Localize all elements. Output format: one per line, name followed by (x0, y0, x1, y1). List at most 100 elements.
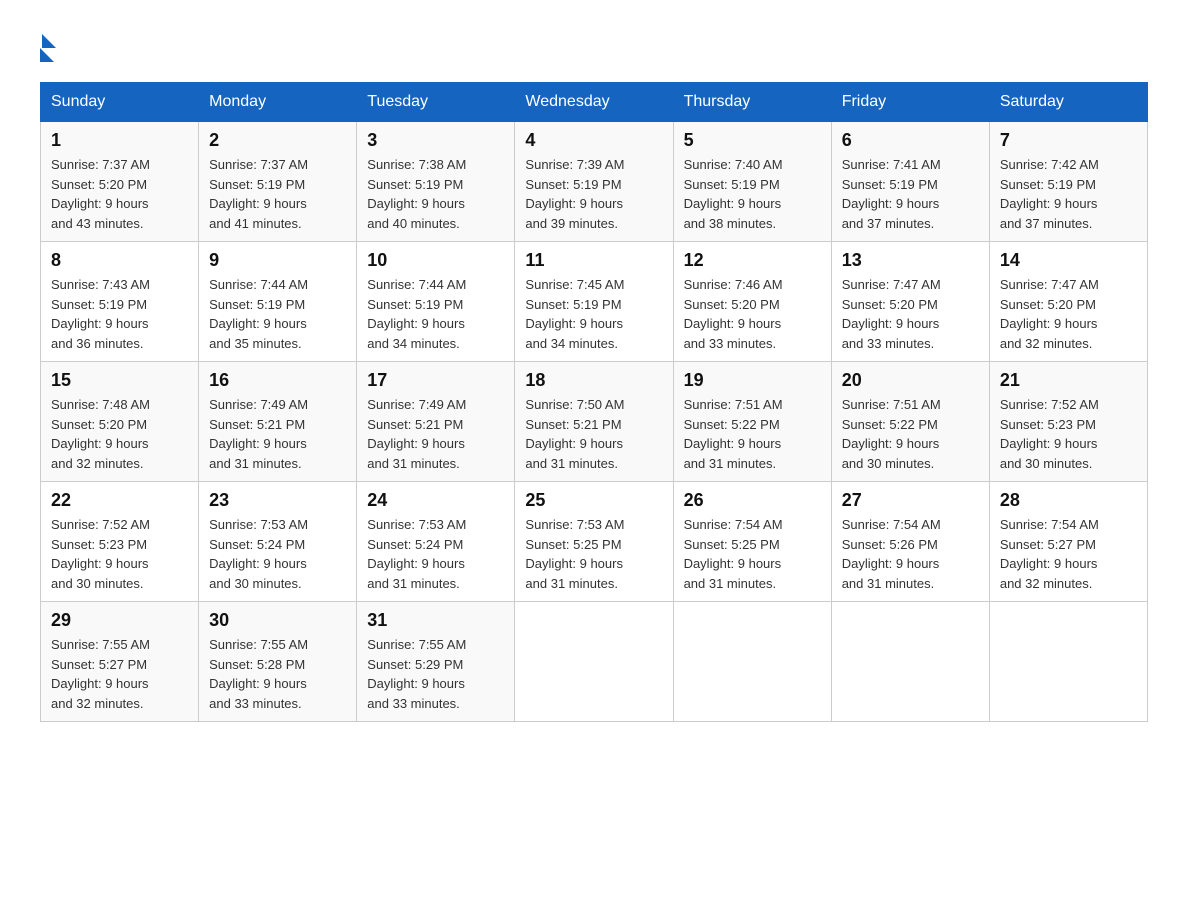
calendar-cell: 22 Sunrise: 7:52 AMSunset: 5:23 PMDayligh… (41, 482, 199, 602)
calendar-cell: 7Sunrise: 7:42 AMSunset: 5:19 PMDaylight… (989, 122, 1147, 242)
day-number: 9 (209, 250, 346, 271)
day-info: Sunrise: 7:47 AMSunset: 5:20 PMDaylight:… (842, 275, 979, 353)
weekday-header-saturday: Saturday (989, 83, 1147, 122)
calendar-cell (831, 602, 989, 722)
day-number: 8 (51, 250, 188, 271)
calendar-cell: 17 Sunrise: 7:49 AMSunset: 5:21 PMDayligh… (357, 362, 515, 482)
calendar-cell: 26Sunrise: 7:54 AMSunset: 5:25 PMDayligh… (673, 482, 831, 602)
calendar-cell: 10Sunrise: 7:44 AMSunset: 5:19 PMDayligh… (357, 242, 515, 362)
day-number: 11 (525, 250, 662, 271)
day-number: 24 (367, 490, 504, 511)
day-number: 6 (842, 130, 979, 151)
day-info: Sunrise: 7:49 AMSunset: 5:21 PMDaylight:… (209, 395, 346, 473)
calendar-cell: 8Sunrise: 7:43 AMSunset: 5:19 PMDaylight… (41, 242, 199, 362)
day-info: Sunrise: 7:51 AMSunset: 5:22 PMDaylight:… (842, 395, 979, 473)
day-number: 13 (842, 250, 979, 271)
day-info: Sunrise: 7:46 AMSunset: 5:20 PMDaylight:… (684, 275, 821, 353)
calendar-cell: 30Sunrise: 7:55 AMSunset: 5:28 PMDayligh… (199, 602, 357, 722)
weekday-header-sunday: Sunday (41, 83, 199, 122)
calendar-cell: 15 Sunrise: 7:48 AMSunset: 5:20 PMDayligh… (41, 362, 199, 482)
calendar-cell: 1 Sunrise: 7:37 AMSunset: 5:20 PMDaylight… (41, 122, 199, 242)
day-number: 7 (1000, 130, 1137, 151)
calendar-cell: 27 Sunrise: 7:54 AMSunset: 5:26 PMDayligh… (831, 482, 989, 602)
week-row-3: 15 Sunrise: 7:48 AMSunset: 5:20 PMDayligh… (41, 362, 1148, 482)
day-number: 27 (842, 490, 979, 511)
day-number: 31 (367, 610, 504, 631)
calendar-cell: 21 Sunrise: 7:52 AMSunset: 5:23 PMDayligh… (989, 362, 1147, 482)
day-info: Sunrise: 7:54 AMSunset: 5:25 PMDaylight:… (684, 515, 821, 593)
day-info: Sunrise: 7:49 AMSunset: 5:21 PMDaylight:… (367, 395, 504, 473)
day-number: 22 (51, 490, 188, 511)
day-info: Sunrise: 7:54 AMSunset: 5:26 PMDaylight:… (842, 515, 979, 593)
day-info: Sunrise: 7:41 AMSunset: 5:19 PMDaylight:… (842, 155, 979, 233)
calendar-cell (673, 602, 831, 722)
day-number: 1 (51, 130, 188, 151)
day-info: Sunrise: 7:39 AMSunset: 5:19 PMDaylight:… (525, 155, 662, 233)
calendar-cell: 9 Sunrise: 7:44 AMSunset: 5:19 PMDaylight… (199, 242, 357, 362)
weekday-header-tuesday: Tuesday (357, 83, 515, 122)
week-row-1: 1 Sunrise: 7:37 AMSunset: 5:20 PMDaylight… (41, 122, 1148, 242)
day-info: Sunrise: 7:52 AMSunset: 5:23 PMDaylight:… (51, 515, 188, 593)
day-number: 2 (209, 130, 346, 151)
day-number: 28 (1000, 490, 1137, 511)
weekday-header-row: SundayMondayTuesdayWednesdayThursdayFrid… (41, 83, 1148, 122)
week-row-5: 29 Sunrise: 7:55 AMSunset: 5:27 PMDayligh… (41, 602, 1148, 722)
day-info: Sunrise: 7:44 AMSunset: 5:19 PMDaylight:… (209, 275, 346, 353)
day-number: 10 (367, 250, 504, 271)
calendar-cell: 6 Sunrise: 7:41 AMSunset: 5:19 PMDaylight… (831, 122, 989, 242)
calendar-cell (515, 602, 673, 722)
day-number: 17 (367, 370, 504, 391)
day-info: Sunrise: 7:51 AMSunset: 5:22 PMDaylight:… (684, 395, 821, 473)
calendar-cell: 24Sunrise: 7:53 AMSunset: 5:24 PMDayligh… (357, 482, 515, 602)
day-number: 14 (1000, 250, 1137, 271)
day-number: 5 (684, 130, 821, 151)
day-number: 3 (367, 130, 504, 151)
day-number: 16 (209, 370, 346, 391)
day-info: Sunrise: 7:40 AMSunset: 5:19 PMDaylight:… (684, 155, 821, 233)
week-row-4: 22 Sunrise: 7:52 AMSunset: 5:23 PMDayligh… (41, 482, 1148, 602)
day-info: Sunrise: 7:55 AMSunset: 5:28 PMDaylight:… (209, 635, 346, 713)
calendar-cell (989, 602, 1147, 722)
calendar-cell: 12 Sunrise: 7:46 AMSunset: 5:20 PMDayligh… (673, 242, 831, 362)
day-number: 19 (684, 370, 821, 391)
calendar-cell: 4 Sunrise: 7:39 AMSunset: 5:19 PMDaylight… (515, 122, 673, 242)
weekday-header-thursday: Thursday (673, 83, 831, 122)
calendar-cell: 2 Sunrise: 7:37 AMSunset: 5:19 PMDaylight… (199, 122, 357, 242)
calendar-cell: 11 Sunrise: 7:45 AMSunset: 5:19 PMDayligh… (515, 242, 673, 362)
calendar-cell: 18Sunrise: 7:50 AMSunset: 5:21 PMDayligh… (515, 362, 673, 482)
weekday-header-monday: Monday (199, 83, 357, 122)
day-info: Sunrise: 7:53 AMSunset: 5:25 PMDaylight:… (525, 515, 662, 593)
calendar-table: SundayMondayTuesdayWednesdayThursdayFrid… (40, 82, 1148, 722)
day-info: Sunrise: 7:48 AMSunset: 5:20 PMDaylight:… (51, 395, 188, 473)
logo-triangle-icon (42, 34, 56, 48)
day-info: Sunrise: 7:37 AMSunset: 5:19 PMDaylight:… (209, 155, 346, 233)
day-number: 29 (51, 610, 188, 631)
day-info: Sunrise: 7:38 AMSunset: 5:19 PMDaylight:… (367, 155, 504, 233)
calendar-cell: 25 Sunrise: 7:53 AMSunset: 5:25 PMDayligh… (515, 482, 673, 602)
day-number: 21 (1000, 370, 1137, 391)
day-info: Sunrise: 7:55 AMSunset: 5:27 PMDaylight:… (51, 635, 188, 713)
day-number: 25 (525, 490, 662, 511)
weekday-header-wednesday: Wednesday (515, 83, 673, 122)
page-header (40, 30, 1148, 62)
calendar-cell: 28Sunrise: 7:54 AMSunset: 5:27 PMDayligh… (989, 482, 1147, 602)
weekday-header-friday: Friday (831, 83, 989, 122)
calendar-cell: 23 Sunrise: 7:53 AMSunset: 5:24 PMDayligh… (199, 482, 357, 602)
day-info: Sunrise: 7:45 AMSunset: 5:19 PMDaylight:… (525, 275, 662, 353)
day-number: 4 (525, 130, 662, 151)
week-row-2: 8Sunrise: 7:43 AMSunset: 5:19 PMDaylight… (41, 242, 1148, 362)
day-number: 23 (209, 490, 346, 511)
logo (40, 30, 56, 62)
calendar-cell: 14Sunrise: 7:47 AMSunset: 5:20 PMDayligh… (989, 242, 1147, 362)
calendar-cell: 19 Sunrise: 7:51 AMSunset: 5:22 PMDayligh… (673, 362, 831, 482)
calendar-cell: 20Sunrise: 7:51 AMSunset: 5:22 PMDayligh… (831, 362, 989, 482)
day-info: Sunrise: 7:53 AMSunset: 5:24 PMDaylight:… (209, 515, 346, 593)
logo-blue-triangle (40, 48, 54, 62)
day-number: 12 (684, 250, 821, 271)
day-info: Sunrise: 7:55 AMSunset: 5:29 PMDaylight:… (367, 635, 504, 713)
calendar-cell: 5 Sunrise: 7:40 AMSunset: 5:19 PMDaylight… (673, 122, 831, 242)
day-number: 15 (51, 370, 188, 391)
day-info: Sunrise: 7:37 AMSunset: 5:20 PMDaylight:… (51, 155, 188, 233)
day-info: Sunrise: 7:52 AMSunset: 5:23 PMDaylight:… (1000, 395, 1137, 473)
day-number: 18 (525, 370, 662, 391)
